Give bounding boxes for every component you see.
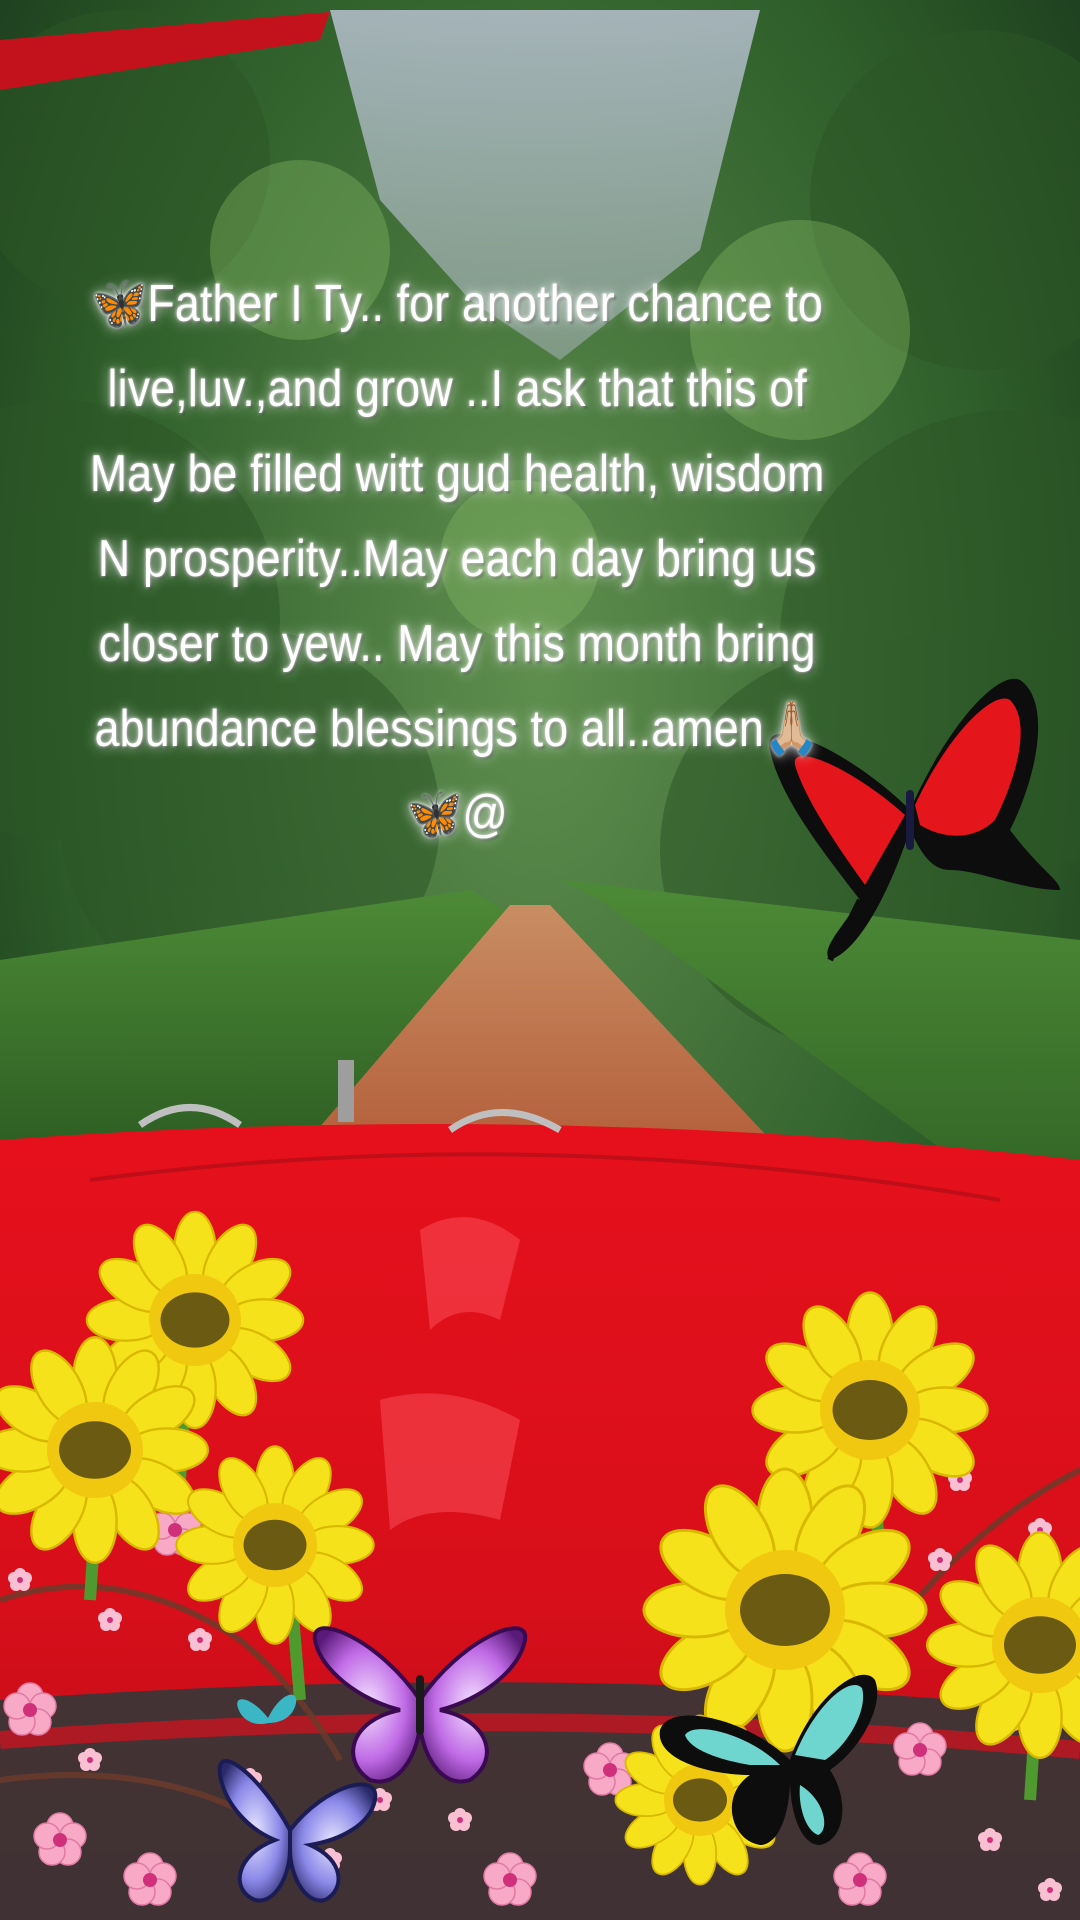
story-canvas: 🦋Father I Ty.. for another chance to liv… [0, 0, 1080, 1920]
caption-line: 🦋Father I Ty.. for another chance to [91, 275, 823, 333]
caption-line: live,luv.,and grow ..I ask that this of [107, 360, 807, 418]
caption-line: May be filled witt gud health, wisdom [89, 445, 825, 503]
caption-text: 🦋Father I Ty.. for another chance to liv… [10, 262, 904, 857]
caption-line: 🦋@ [406, 785, 508, 843]
caption-line: N prosperity..May each day bring us [97, 530, 817, 588]
caption-line: abundance blessings to all..amen🙏🏼 [94, 700, 820, 758]
caption-line: closer to yew.. May this month bring [98, 615, 816, 673]
